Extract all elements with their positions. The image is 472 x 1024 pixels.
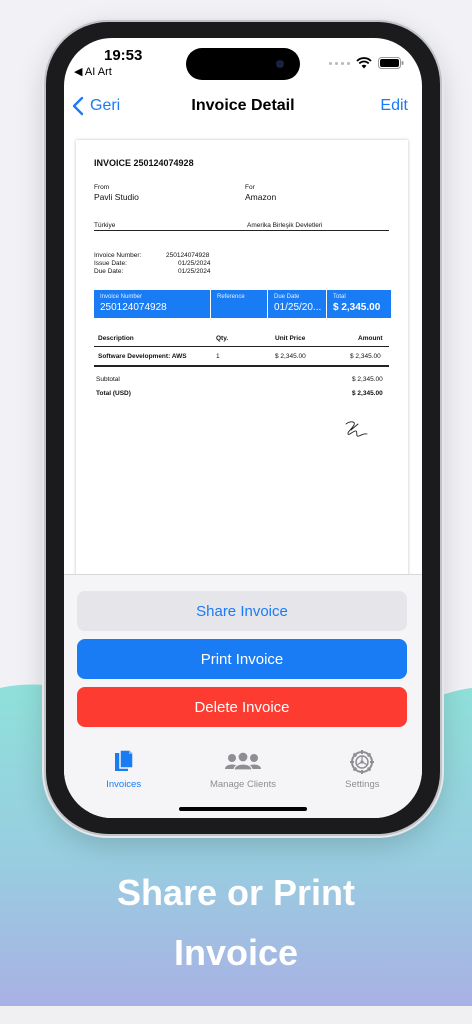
dynamic-island (186, 48, 300, 80)
tab-bar: Invoices Manage Clients Settings (64, 743, 422, 793)
signal-dots-icon (329, 61, 350, 65)
documents-icon (114, 749, 134, 771)
edit-button[interactable]: Edit (380, 97, 408, 115)
invoice-preview-area[interactable]: INVOICE 250124074928 From Pavli Studio F… (64, 134, 422, 580)
issue-date-label: Issue Date: (94, 260, 127, 267)
invoice-number-value: 250124074928 (166, 252, 210, 259)
for-country: Amerika Birleşik Devletleri (247, 222, 323, 229)
caption-line-2: Invoice (173, 932, 299, 973)
due-date-value: 01/25/2024 (178, 268, 211, 275)
battery-icon (378, 57, 404, 69)
band-total: Total $ 2,345.00 (327, 290, 391, 318)
due-date-label: Due Date: (94, 268, 124, 275)
tab-settings[interactable]: Settings (303, 743, 422, 793)
from-country: Türkiye (94, 222, 116, 229)
band-total-label: Total (333, 294, 346, 300)
home-indicator[interactable] (179, 807, 307, 811)
band-due-date-value: 01/25/20... (274, 302, 322, 313)
caption-line-1: Share or Print (116, 872, 356, 913)
phone-frame: 19:53 ◀ AI Art Geri Invoice Detail Edit … (46, 22, 440, 834)
navigation-bar: Geri Invoice Detail Edit (64, 90, 422, 126)
wifi-icon (356, 57, 372, 69)
col-header-unit-price: Unit Price (275, 335, 306, 342)
gear-icon (350, 750, 375, 774)
table-row-divider (94, 365, 389, 367)
row-unit-price: $ 2,345.00 (275, 353, 306, 360)
col-header-description: Description (98, 335, 134, 342)
table-header-divider (94, 346, 389, 347)
page-title: Invoice Detail (191, 97, 295, 114)
from-name: Pavli Studio (94, 192, 139, 202)
band-reference: Reference (211, 290, 268, 318)
for-label: For (245, 184, 255, 191)
band-invoice-number-value: 250124074928 (100, 302, 167, 313)
row-amount: $ 2,345.00 (350, 353, 381, 360)
address-divider (94, 230, 389, 231)
status-time: 19:53 (104, 47, 143, 64)
band-invoice-number-label: Invoice Number (100, 294, 143, 300)
total-value: $ 2,345.00 (352, 390, 383, 397)
issue-date-value: 01/25/2024 (178, 260, 211, 267)
tab-manage-clients-label: Manage Clients (209, 779, 276, 790)
band-reference-label: Reference (217, 294, 245, 300)
print-invoice-button[interactable]: Print Invoice (77, 639, 407, 679)
subtotal-value: $ 2,345.00 (352, 376, 383, 383)
row-description: Software Development: AWS (98, 353, 187, 360)
people-icon (224, 751, 261, 771)
col-header-amount: Amount (358, 335, 383, 342)
tab-invoices[interactable]: Invoices (64, 743, 183, 793)
total-label: Total (USD) (96, 390, 131, 397)
camera-icon (276, 60, 284, 68)
delete-invoice-button[interactable]: Delete Invoice (77, 687, 407, 727)
band-due-date-label: Due Date (274, 294, 300, 300)
invoice-summary-band: Invoice Number 250124074928 Reference Du… (94, 290, 391, 318)
band-due-date: Due Date 01/25/20... (268, 290, 327, 318)
col-header-qty: Qty. (216, 335, 229, 342)
invoice-number-label: Invoice Number: (94, 252, 142, 259)
share-invoice-button[interactable]: Share Invoice (77, 591, 407, 631)
phone-screen: 19:53 ◀ AI Art Geri Invoice Detail Edit … (64, 38, 422, 818)
band-total-value: $ 2,345.00 (333, 302, 381, 313)
band-invoice-number: Invoice Number 250124074928 (94, 290, 211, 318)
status-back-app[interactable]: ◀ AI Art (74, 65, 112, 78)
bottom-panel: Share Invoice Print Invoice Delete Invoi… (64, 574, 422, 818)
from-label: From (94, 184, 110, 191)
status-indicators (329, 57, 404, 69)
tab-settings-label: Settings (345, 779, 380, 790)
signature-image (345, 421, 368, 437)
for-name: Amazon (245, 192, 277, 202)
invoice-title: INVOICE 250124074928 (94, 158, 194, 168)
row-qty: 1 (216, 353, 220, 360)
tab-manage-clients[interactable]: Manage Clients (183, 743, 302, 793)
subtotal-label: Subtotal (96, 376, 120, 383)
invoice-document: INVOICE 250124074928 From Pavli Studio F… (76, 140, 408, 580)
tab-invoices-label: Invoices (106, 779, 142, 790)
